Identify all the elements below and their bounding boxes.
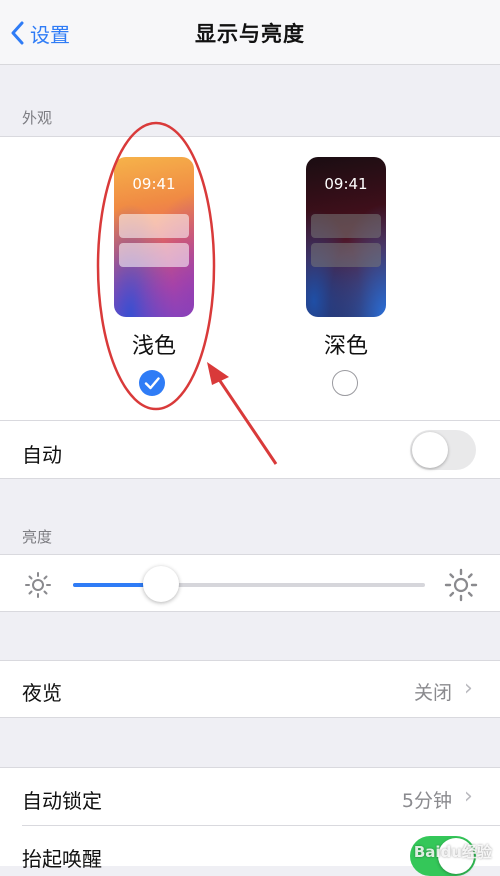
chevron-right-icon: › <box>464 784 473 809</box>
divider <box>0 611 500 612</box>
sun-large-icon <box>444 568 478 602</box>
sun-small-icon <box>25 572 51 598</box>
divider <box>22 825 500 826</box>
divider <box>0 554 500 555</box>
chevron-right-icon: › <box>464 676 473 701</box>
brightness-slider-thumb[interactable] <box>143 566 179 602</box>
annotation-overlay <box>96 121 278 465</box>
auto-lock-label: 自动锁定 <box>22 789 102 813</box>
annotation-arrow <box>212 371 278 465</box>
watermark-logo: Baidu经验 <box>413 843 492 861</box>
annotation-arrowhead <box>207 362 229 385</box>
auto-lock-value: 5分钟 <box>401 790 452 812</box>
raise-to-wake-label: 抬起唤醒 <box>22 847 102 871</box>
night-shift-value: 关闭 <box>413 682 452 704</box>
section-header-brightness: 亮度 <box>22 528 53 546</box>
divider <box>0 660 500 661</box>
night-shift-label: 夜览 <box>22 681 62 705</box>
divider <box>0 717 500 718</box>
annotation-ellipse <box>96 121 216 411</box>
